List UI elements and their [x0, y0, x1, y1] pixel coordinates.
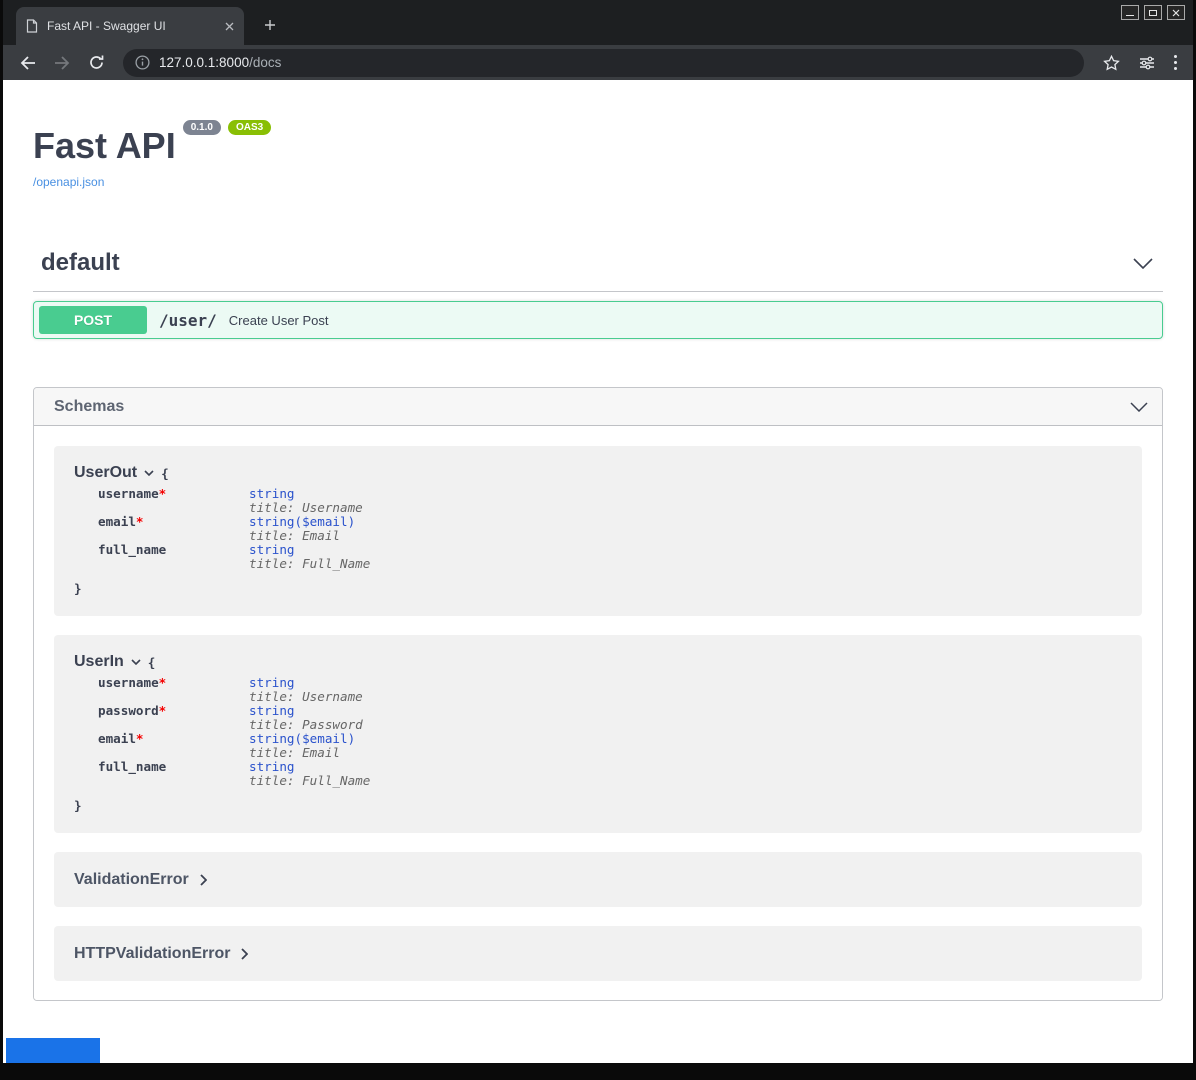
required-star: *	[136, 514, 144, 529]
model-userout: UserOut { username* stringtitle: Usernam…	[54, 446, 1142, 616]
model-name: ValidationError	[74, 871, 189, 889]
required-star: *	[159, 486, 167, 501]
model-name: HTTPValidationError	[74, 945, 230, 963]
schemas-section: Schemas UserOut {	[33, 387, 1163, 1001]
required-star: *	[159, 675, 167, 690]
url-path: /docs	[249, 55, 281, 70]
url-text: 127.0.0.1:8000/docs	[159, 55, 281, 70]
property-title: title: Email	[249, 529, 355, 543]
property-name: username	[98, 675, 159, 690]
required-star: *	[159, 703, 167, 718]
property-type: string	[249, 543, 370, 557]
property-type: string	[249, 704, 363, 718]
window-controls	[1121, 5, 1185, 20]
property-row: password* stringtitle: Password	[98, 704, 1122, 732]
minimize-button[interactable]	[1121, 5, 1139, 20]
tag-name: default	[41, 249, 120, 277]
chevron-down-icon	[144, 470, 154, 476]
api-title: Fast API	[33, 125, 176, 166]
open-brace: {	[148, 655, 156, 670]
model-userin-toggle[interactable]: UserIn {	[74, 653, 1122, 671]
model-name: UserIn	[74, 653, 124, 671]
forward-button[interactable]	[49, 50, 75, 76]
property-title: title: Full_Name	[249, 774, 370, 788]
property-name: full_name	[98, 759, 166, 774]
open-brace: {	[161, 466, 169, 481]
window-bottom-border	[3, 1063, 1193, 1080]
chevron-down-icon	[131, 659, 141, 665]
property-row: full_name stringtitle: Full_Name	[98, 760, 1122, 788]
operation-path: /user/	[159, 311, 217, 330]
api-info: Fast API 0.1.0 OAS3 /openapi.json	[33, 120, 1163, 191]
property-name: email	[98, 514, 136, 529]
model-userin: UserIn { username* stringtitle: Username…	[54, 635, 1142, 833]
titlebar: Fast API - Swagger UI	[3, 0, 1193, 45]
property-type: string($email)	[249, 732, 355, 746]
property-title: title: Username	[249, 690, 363, 704]
property-title: title: Full_Name	[249, 557, 370, 571]
openapi-spec-link[interactable]: /openapi.json	[33, 175, 104, 189]
close-brace: }	[74, 581, 1122, 596]
schemas-body: UserOut { username* stringtitle: Usernam…	[34, 426, 1162, 1000]
chevron-down-icon	[1130, 402, 1148, 412]
property-type: string	[249, 487, 363, 501]
url-host: 127.0.0.1:8000	[159, 55, 249, 70]
site-info-icon[interactable]	[135, 55, 150, 70]
toolbar-right	[1098, 50, 1181, 76]
required-star: *	[136, 731, 144, 746]
status-popup	[6, 1038, 100, 1063]
tag-section-default: default POST /user/ Create User Post	[33, 241, 1163, 339]
chevron-down-icon	[1133, 258, 1153, 269]
property-name: password	[98, 703, 159, 718]
browser-tab[interactable]: Fast API - Swagger UI	[16, 7, 244, 45]
property-row: email* string($email)title: Email	[98, 515, 1122, 543]
chevron-right-icon	[200, 874, 207, 886]
property-title: title: Username	[249, 501, 363, 515]
close-tab-icon[interactable]	[225, 22, 234, 31]
property-name: username	[98, 486, 159, 501]
bookmark-star-icon[interactable]	[1098, 50, 1124, 76]
model-validationerror[interactable]: ValidationError	[54, 852, 1142, 907]
property-row: email* string($email)title: Email	[98, 732, 1122, 760]
page-favicon-icon	[26, 19, 38, 33]
close-brace: }	[74, 798, 1122, 813]
model-properties: username* stringtitle: Username password…	[98, 676, 1122, 788]
method-badge: POST	[39, 306, 147, 334]
close-window-button[interactable]	[1167, 5, 1185, 20]
maximize-button[interactable]	[1144, 5, 1162, 20]
model-userout-toggle[interactable]: UserOut {	[74, 464, 1122, 482]
property-type: string	[249, 676, 363, 690]
property-type: string($email)	[249, 515, 355, 529]
property-name: full_name	[98, 542, 166, 557]
browser-menu-icon[interactable]	[1170, 51, 1181, 74]
property-row: full_name stringtitle: Full_Name	[98, 543, 1122, 571]
operation-post-user[interactable]: POST /user/ Create User Post	[33, 301, 1163, 339]
property-type: string	[249, 760, 370, 774]
swagger-page: Fast API 0.1.0 OAS3 /openapi.json default …	[3, 80, 1193, 1001]
model-properties: username* stringtitle: Username email* s…	[98, 487, 1122, 571]
property-title: title: Email	[249, 746, 355, 760]
url-bar[interactable]: 127.0.0.1:8000/docs	[123, 49, 1084, 77]
model-name: UserOut	[74, 464, 137, 482]
property-title: title: Password	[249, 718, 363, 732]
schemas-title: Schemas	[54, 398, 124, 416]
reload-button[interactable]	[83, 50, 109, 76]
schemas-header[interactable]: Schemas	[34, 388, 1162, 426]
property-name: email	[98, 731, 136, 746]
version-badge: 0.1.0	[183, 120, 221, 135]
chevron-right-icon	[241, 948, 248, 960]
browser-window: Fast API - Swagger UI	[0, 0, 1196, 1080]
property-row: username* stringtitle: Username	[98, 676, 1122, 704]
settings-sliders-icon[interactable]	[1134, 50, 1160, 76]
oas3-badge: OAS3	[228, 120, 271, 135]
tag-header-default[interactable]: default	[33, 241, 1163, 292]
model-httpvalidationerror[interactable]: HTTPValidationError	[54, 926, 1142, 981]
operation-summary: Create User Post	[229, 313, 329, 328]
back-button[interactable]	[15, 50, 41, 76]
property-row: username* stringtitle: Username	[98, 487, 1122, 515]
browser-toolbar: 127.0.0.1:8000/docs	[3, 45, 1193, 80]
tab-title: Fast API - Swagger UI	[47, 19, 216, 33]
new-tab-button[interactable]	[258, 13, 282, 37]
